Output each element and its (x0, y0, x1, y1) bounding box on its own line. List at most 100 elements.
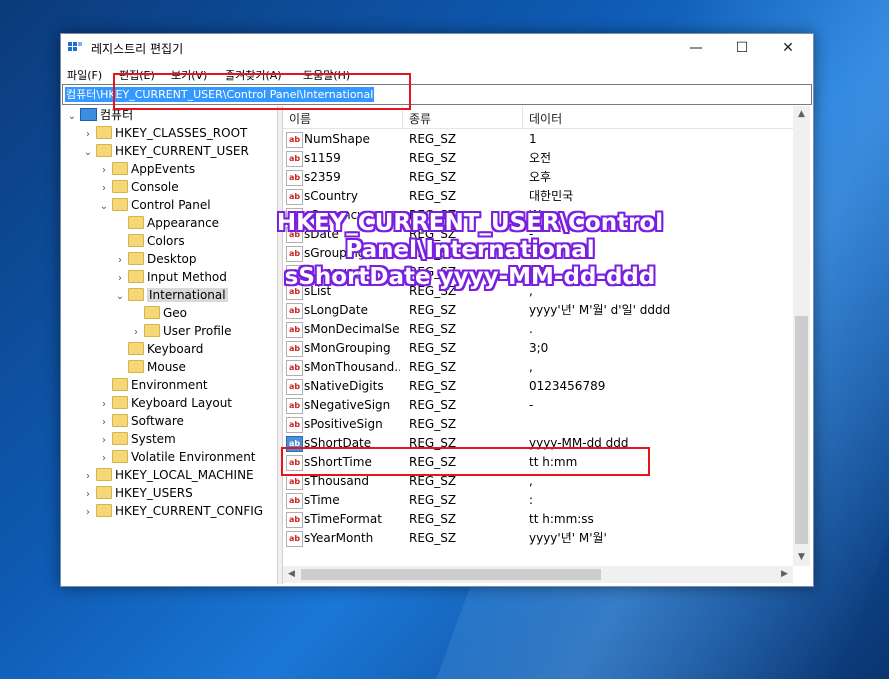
value-name: NumShape (304, 132, 370, 146)
value-data: , (529, 360, 533, 374)
string-value-icon: ab (286, 189, 303, 205)
value-type: REG_SZ (409, 303, 457, 317)
tree-node-label: AppEvents (131, 162, 196, 176)
expand-icon[interactable]: ⌄ (98, 198, 110, 216)
value-type: REG_SZ (409, 379, 457, 393)
value-type: REG_SZ (409, 132, 457, 146)
value-row[interactable]: ab s2359 REG_SZ 오후 (283, 168, 793, 187)
value-name: sMonGrouping (304, 341, 391, 355)
menu-file[interactable]: 파일(F) (67, 67, 102, 83)
tree-node-environment[interactable]: Environment (98, 376, 208, 394)
address-highlight-box (113, 73, 411, 110)
folder-icon (112, 378, 128, 391)
value-name: sNegativeSign (304, 398, 391, 412)
vertical-scroll-thumb[interactable] (795, 316, 808, 544)
value-name: sYearMonth (304, 531, 374, 545)
expand-icon[interactable]: ⌄ (82, 144, 94, 162)
tree-node-user-profile[interactable]: › User Profile (130, 322, 231, 340)
expand-icon[interactable]: › (82, 504, 94, 522)
scroll-right-icon[interactable]: ▶ (776, 566, 793, 583)
value-row[interactable]: ab sYearMonth REG_SZ yyyy'년' M'월' (283, 529, 793, 548)
value-name: sMonThousand... (304, 360, 400, 374)
value-data: 오후 (529, 170, 552, 184)
value-row[interactable]: ab sCountry REG_SZ 대한민국 (283, 187, 793, 206)
tree-node-mouse[interactable]: Mouse (114, 358, 186, 376)
column-divider[interactable] (522, 106, 523, 128)
tree-node-hkcr[interactable]: › HKEY_CLASSES_ROOT (82, 124, 247, 142)
tree-node-label: Console (131, 180, 179, 194)
value-data: 대한민국 (529, 189, 574, 203)
tree-node-hku[interactable]: › HKEY_USERS (82, 484, 193, 502)
value-row[interactable]: ab sTimeFormat REG_SZ tt h:mm:ss (283, 510, 793, 529)
value-row[interactable]: ab sMonThousand... REG_SZ, (283, 358, 793, 377)
tree-node-software[interactable]: › Software (98, 412, 184, 430)
tree-node-console[interactable]: › Console (98, 178, 179, 196)
value-name: sTimeFormat (304, 512, 382, 526)
tree-node-volatile-environment[interactable]: › Volatile Environment (98, 448, 256, 466)
folder-icon (128, 252, 144, 265)
folder-icon (112, 198, 128, 211)
tree-node-keyboard-layout[interactable]: › Keyboard Layout (98, 394, 232, 412)
string-value-icon: ab (286, 132, 303, 148)
title-bar[interactable]: 레지스트리 편집기 — ☐ ✕ (61, 34, 813, 62)
value-data: yyyy'년' M'월' (529, 531, 607, 545)
value-row[interactable]: ab sNativeDigits REG_SZ 0123456789 (283, 377, 793, 396)
value-name: sNativeDigits (304, 379, 384, 393)
value-row[interactable]: ab sPositiveSign REG_SZ (283, 415, 793, 434)
value-data: 오전 (529, 151, 552, 165)
value-row[interactable]: ab sMonDecimalSep REG_SZ. (283, 320, 793, 339)
value-name: s2359 (304, 170, 341, 184)
folder-icon (144, 324, 160, 337)
folder-icon (112, 432, 128, 445)
tree-node-keyboard[interactable]: Keyboard (114, 340, 203, 358)
folder-icon (96, 468, 112, 481)
expand-icon[interactable]: ⌄ (114, 288, 126, 306)
tree-node-hklm[interactable]: › HKEY_LOCAL_MACHINE (82, 466, 254, 484)
minimize-button[interactable]: — (673, 34, 719, 62)
folder-icon (96, 144, 112, 157)
tree-node-label: HKEY_CLASSES_ROOT (115, 126, 248, 140)
value-row[interactable]: ab s1159 REG_SZ 오전 (283, 149, 793, 168)
value-name: sMonDecimalSep (304, 322, 400, 336)
tree-node-label: 컴퓨터 (100, 108, 134, 122)
tree-node-appevents[interactable]: › AppEvents (98, 160, 195, 178)
folder-icon (112, 396, 128, 409)
column-header-type[interactable]: 종류 (409, 110, 431, 127)
expand-icon[interactable]: ⌄ (66, 108, 78, 126)
value-data: 0123456789 (529, 379, 606, 393)
folder-icon (112, 180, 128, 193)
column-header-data[interactable]: 데이터 (529, 110, 562, 127)
string-value-icon: ab (286, 170, 303, 186)
tree-node-label: User Profile (163, 324, 232, 338)
maximize-button[interactable]: ☐ (719, 34, 765, 62)
string-value-icon: ab (286, 360, 303, 376)
value-name: sPositiveSign (304, 417, 383, 431)
tree-node-geo[interactable]: Geo (130, 304, 187, 322)
vertical-scrollbar[interactable]: ▲ ▼ (793, 106, 810, 566)
folder-icon (128, 234, 144, 247)
value-row[interactable]: ab sMonGrouping REG_SZ 3;0 (283, 339, 793, 358)
tree-node-label: Software (131, 414, 184, 428)
tree-node-system[interactable]: › System (98, 430, 176, 448)
column-header-name[interactable]: 이름 (289, 110, 311, 127)
string-value-icon: ab (286, 322, 303, 338)
tree-node-label: Environment (131, 378, 208, 392)
folder-icon (128, 288, 144, 301)
value-row[interactable]: ab sTime REG_SZ: (283, 491, 793, 510)
value-row[interactable]: ab NumShape REG_SZ 1 (283, 130, 793, 149)
value-row[interactable]: ab sNegativeSign REG_SZ - (283, 396, 793, 415)
horizontal-scroll-thumb[interactable] (301, 569, 601, 580)
value-name: sTime (304, 493, 340, 507)
shortdate-highlight-box (281, 447, 650, 476)
value-data: 1 (529, 132, 537, 146)
close-button[interactable]: ✕ (765, 34, 811, 62)
horizontal-scrollbar[interactable]: ◀ ▶ (283, 566, 793, 583)
value-row[interactable]: ab sLongDate REG_SZ yyyy'년' M'월' d'일' dddd (283, 301, 793, 320)
string-value-icon: ab (286, 341, 303, 357)
scroll-left-icon[interactable]: ◀ (283, 566, 300, 583)
string-value-icon: ab (286, 398, 303, 414)
scroll-down-icon[interactable]: ▼ (793, 549, 810, 566)
tree-node-hkcu[interactable]: ⌄ HKEY_CURRENT_USER (82, 142, 249, 160)
scroll-up-icon[interactable]: ▲ (793, 106, 810, 123)
tree-node-hkcc[interactable]: › HKEY_CURRENT_CONFIG (82, 502, 263, 520)
